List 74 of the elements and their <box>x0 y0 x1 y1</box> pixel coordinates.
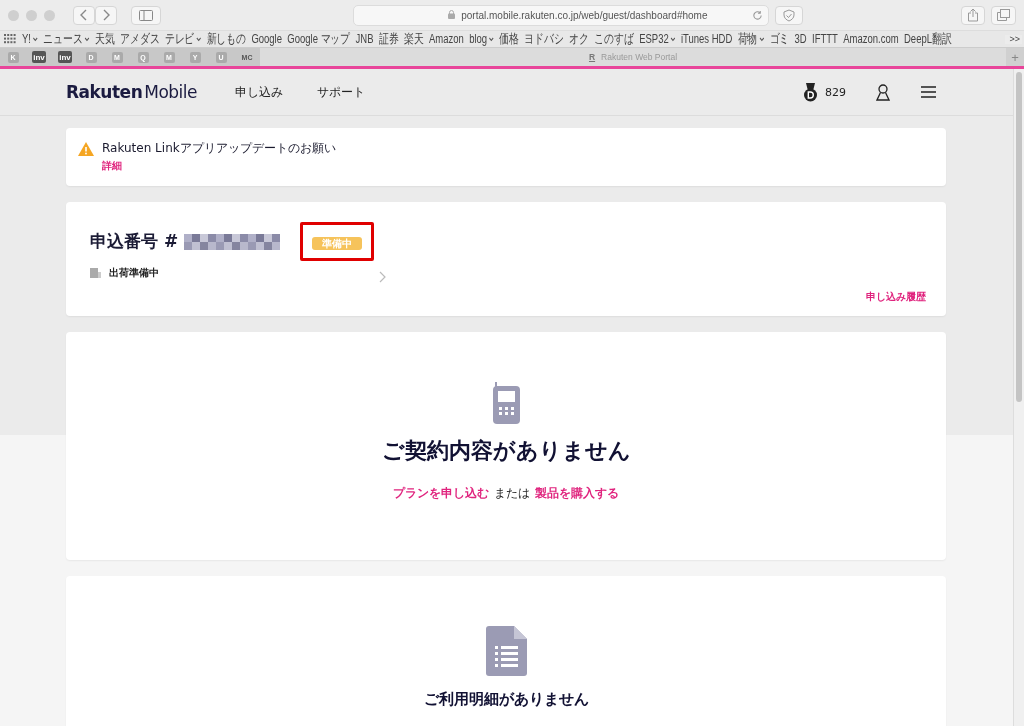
or-text: または <box>494 486 530 501</box>
share-icon <box>967 8 979 22</box>
bookmark-link[interactable]: 新しもの <box>206 32 247 46</box>
empty-billing-title: ご利用明細がありません <box>423 690 589 709</box>
order-number-label: 申込番号 # <box>90 230 179 253</box>
minimize-window-button[interactable] <box>26 9 37 21</box>
tabs-icon <box>997 9 1010 21</box>
address-bar[interactable]: portal.mobile.rakuten.co.jp/web/guest/dashboard#home <box>353 4 769 26</box>
document-icon <box>485 626 527 676</box>
details-link[interactable]: 詳細 <box>102 159 336 173</box>
caret-icon <box>32 36 38 42</box>
shield-button[interactable] <box>775 5 803 25</box>
box-icon <box>90 268 101 278</box>
lock-icon <box>448 9 456 19</box>
bookmark-link[interactable]: iTunes HDD <box>680 32 733 46</box>
bookmark-link[interactable]: IFTTT <box>812 32 838 46</box>
chevron-right-icon[interactable] <box>379 271 386 283</box>
forward-button[interactable] <box>95 5 117 25</box>
caret-icon <box>488 36 494 42</box>
bookmark-link[interactable]: ヨドバシ <box>524 32 564 46</box>
empty-contract-title: ご契約内容がありません <box>381 437 631 465</box>
phone-icon <box>492 382 520 424</box>
more-bookmarks-button[interactable]: >> <box>1005 34 1022 44</box>
bookmark-link[interactable]: テレビ <box>164 32 202 46</box>
bookmark-link[interactable]: 証券 <box>378 32 399 46</box>
menu-icon[interactable] <box>921 86 936 98</box>
user-icon[interactable] <box>876 83 890 101</box>
apps-grid-icon[interactable] <box>4 34 16 44</box>
bookmark-link[interactable]: 天気 <box>94 32 115 46</box>
bookmark-link[interactable]: Google マップ <box>287 32 351 46</box>
bookmark-link[interactable]: オク <box>569 32 589 46</box>
notice-title: Rakuten Linkアプリアップデートのお願い <box>102 140 336 157</box>
order-history-link[interactable]: 申し込み履歴 <box>866 290 926 304</box>
shipping-status: 出荷準備中 <box>109 266 159 280</box>
back-button[interactable] <box>73 5 95 25</box>
bookmark-link[interactable]: 楽天 <box>403 32 424 46</box>
bookmark-link[interactable]: Google <box>251 32 282 46</box>
warning-icon <box>78 142 94 156</box>
share-button[interactable] <box>961 5 985 25</box>
bookmark-link[interactable]: 荷物 <box>737 32 765 46</box>
medal-icon <box>803 82 818 102</box>
close-window-button[interactable] <box>8 9 19 21</box>
pinned-tab[interactable]: inv <box>26 48 52 66</box>
scrollbar[interactable] <box>1013 69 1024 726</box>
bookmark-link[interactable]: 3D <box>794 32 807 46</box>
bookmark-link[interactable]: このすば <box>594 32 634 46</box>
nav-link[interactable]: サポート <box>317 83 365 101</box>
bookmark-link[interactable]: DeepL翻訳 <box>904 32 952 46</box>
sidebar-icon <box>139 9 153 21</box>
shield-icon <box>783 8 795 22</box>
pinned-tab[interactable]: inv <box>52 48 78 66</box>
bookmark-link[interactable]: blog <box>469 32 494 46</box>
bookmark-link[interactable]: アメダス <box>119 32 160 46</box>
chevron-left-icon <box>80 9 88 21</box>
bookmark-link[interactable]: Y! <box>22 32 38 46</box>
caret-icon <box>84 36 90 42</box>
reload-icon[interactable] <box>752 9 763 21</box>
bookmark-link[interactable]: ニュース <box>43 32 90 46</box>
bookmark-link[interactable]: JNB <box>355 32 374 46</box>
tabs-overview-button[interactable] <box>991 5 1016 25</box>
buy-product-link[interactable]: 製品を購入する <box>535 486 619 501</box>
bookmark-link[interactable]: ESP32 <box>639 32 676 46</box>
points-count[interactable]: 829 <box>825 85 846 99</box>
zoom-window-button[interactable] <box>44 9 55 21</box>
status-badge: 準備中 <box>312 237 363 250</box>
nav-link[interactable]: 申し込み <box>235 83 283 101</box>
chevron-right-icon <box>102 9 110 21</box>
bookmark-link[interactable]: ゴミ <box>769 32 790 46</box>
bookmark-link[interactable]: Amazon <box>429 32 464 46</box>
bookmark-link[interactable]: 価格 <box>499 32 520 46</box>
bookmark-link[interactable]: Amazon.com <box>843 32 899 46</box>
sidebar-button[interactable] <box>131 5 161 25</box>
site-logo[interactable]: Rakuten Mobile <box>66 82 197 102</box>
apply-plan-link[interactable]: プランを申し込む <box>393 486 489 501</box>
